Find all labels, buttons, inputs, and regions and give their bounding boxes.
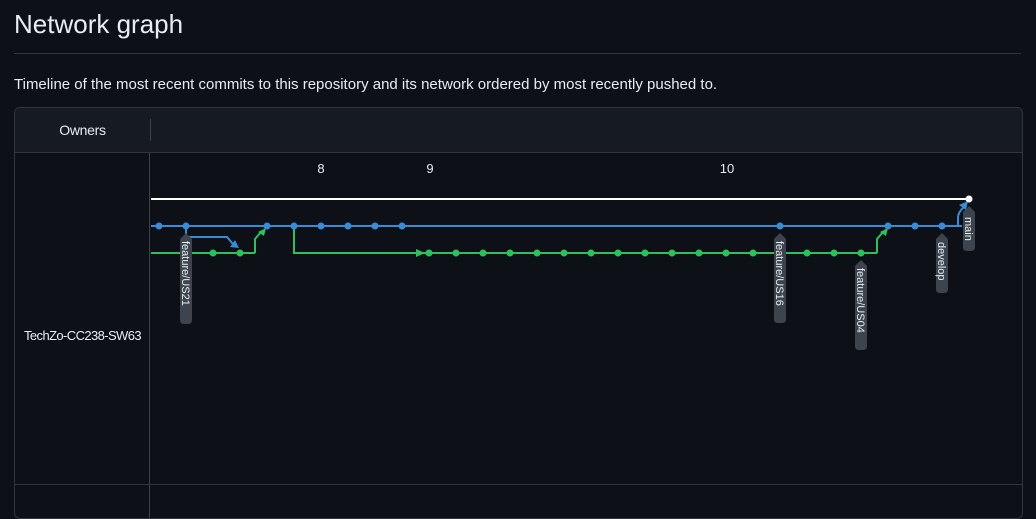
commit-dot[interactable] — [479, 249, 487, 257]
branch-label-text: main — [962, 217, 974, 241]
branch-label-feature-us16[interactable]: feature/US16 — [773, 233, 786, 323]
commit-dot[interactable] — [182, 222, 190, 230]
merge-to-develop-line — [876, 231, 884, 253]
branch-label-feature-us04[interactable]: feature/US04 — [854, 260, 867, 350]
commit-dot[interactable] — [614, 249, 622, 257]
feature-us21-branch-line — [185, 226, 234, 245]
commit-dot[interactable] — [668, 249, 676, 257]
commit-dot[interactable] — [155, 222, 163, 230]
commit-dot[interactable] — [884, 222, 892, 230]
commit-dot[interactable] — [695, 249, 703, 257]
merge-to-develop-line — [254, 231, 262, 253]
commit-dot[interactable] — [938, 222, 946, 230]
title-divider — [14, 53, 1021, 54]
date-label: 9 — [426, 161, 433, 176]
commit-dot[interactable] — [236, 249, 244, 257]
commit-dot[interactable] — [344, 222, 352, 230]
commit-dot[interactable] — [830, 249, 838, 257]
commit-dot[interactable] — [290, 222, 298, 230]
commit-dot[interactable] — [803, 249, 811, 257]
commit-dot[interactable] — [425, 249, 433, 257]
commit-dot[interactable] — [965, 195, 973, 203]
commit-dot[interactable] — [371, 222, 379, 230]
branch-label-text: feature/US04 — [854, 268, 866, 333]
commit-dot[interactable] — [911, 222, 919, 230]
commit-dot[interactable] — [857, 249, 865, 257]
branch-label-feature-us21[interactable]: feature/US21 — [179, 233, 192, 324]
branch-label-text: feature/US21 — [179, 241, 191, 306]
branch-label-develop[interactable]: develop — [935, 233, 948, 293]
commit-dot[interactable] — [263, 222, 271, 230]
page-title: Network graph — [14, 9, 184, 39]
commit-dot[interactable] — [452, 249, 460, 257]
commit-graph-canvas[interactable]: 8 9 10 feature/US21 feature/US16 feature… — [15, 108, 1022, 506]
commit-dot[interactable] — [506, 249, 514, 257]
date-label: 8 — [317, 161, 324, 176]
date-label: 10 — [720, 161, 734, 176]
commit-dot[interactable] — [209, 249, 217, 257]
commit-dot[interactable] — [749, 249, 757, 257]
branch-label-text: feature/US16 — [773, 241, 785, 306]
commit-dot[interactable] — [317, 222, 325, 230]
commit-dot[interactable] — [722, 249, 730, 257]
network-graph[interactable]: Owners TechZo-CC238-SW63 8 9 10 feature/… — [14, 107, 1023, 519]
commit-dot[interactable] — [560, 249, 568, 257]
commit-dot[interactable] — [641, 249, 649, 257]
branch-label-text: develop — [935, 242, 947, 281]
branch-label-main[interactable]: main — [962, 206, 975, 251]
page-description: Timeline of the most recent commits to t… — [14, 76, 718, 93]
commit-dot[interactable] — [398, 222, 406, 230]
commit-dot[interactable] — [587, 249, 595, 257]
commit-dot[interactable] — [533, 249, 541, 257]
commit-dot[interactable] — [776, 222, 784, 230]
feature-us16-branch-line — [293, 226, 417, 254]
